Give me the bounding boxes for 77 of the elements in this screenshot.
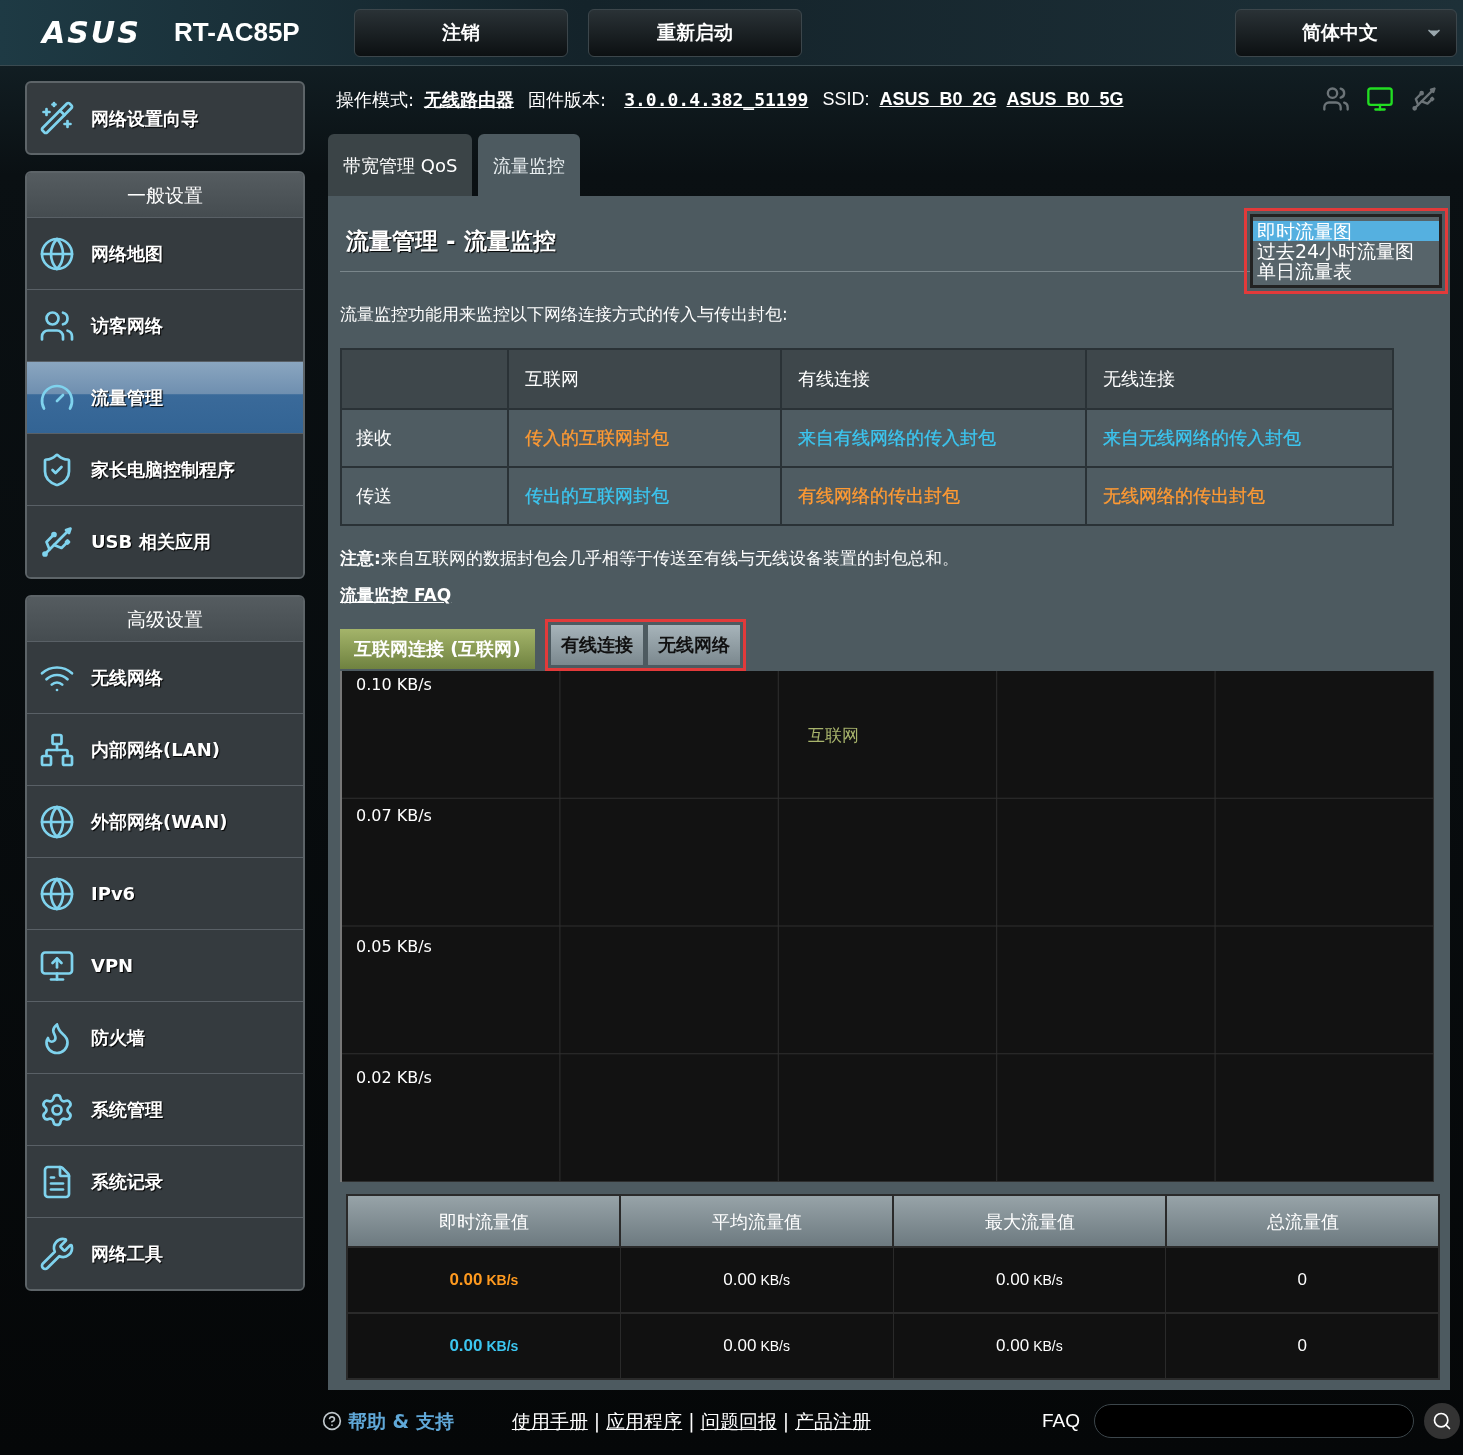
globe-icon xyxy=(39,803,75,840)
graph-tab[interactable]: 无线网络 xyxy=(647,624,740,665)
axis-label: 0.05 KB/s xyxy=(356,936,432,958)
search-button[interactable] xyxy=(1424,1403,1460,1439)
wrench-icon xyxy=(39,1235,75,1272)
usb-icon[interactable] xyxy=(1410,85,1438,113)
clients-icon[interactable] xyxy=(1322,85,1350,113)
sidebar-item[interactable]: 网络工具 xyxy=(27,1217,303,1289)
status-label: 操作模式: xyxy=(336,87,415,112)
graph-tab[interactable]: 有线连接 xyxy=(550,624,643,665)
row-header: 传送 xyxy=(342,467,510,524)
language-select[interactable]: 简体中文 xyxy=(1235,8,1457,57)
footer-link[interactable]: 使用手册 xyxy=(511,1406,588,1436)
section-title: 一般设置 xyxy=(27,173,303,217)
logo: ASUS xyxy=(42,14,142,52)
footer-link[interactable]: 应用程序 xyxy=(606,1406,683,1436)
wizard-button[interactable]: 网络设置向导 xyxy=(25,81,305,155)
model-name: RT-AC85P xyxy=(174,16,301,49)
help-label: 帮助 & 支持 xyxy=(348,1408,454,1434)
wand-icon xyxy=(39,100,75,136)
help-icon xyxy=(322,1411,342,1431)
packet-label: 来自有线网络的传入封包 xyxy=(798,426,997,450)
section-title: 高级设置 xyxy=(27,597,303,641)
table-cell: 0.00 KB/s xyxy=(348,1314,621,1378)
status-label: SSID: xyxy=(822,87,870,111)
table-cell-text: 0 xyxy=(1296,1269,1308,1292)
packet-label: 来自无线网络的传入封包 xyxy=(1103,426,1302,450)
network-icon xyxy=(39,731,75,768)
separator: | xyxy=(593,1408,601,1435)
tab[interactable]: 流量监控 xyxy=(478,134,581,196)
list-option[interactable]: 单日流量表 xyxy=(1253,261,1439,281)
status-label: 固件版本: xyxy=(528,87,607,112)
header-button[interactable]: 重新启动 xyxy=(588,8,802,57)
column-header: 最大流量值 xyxy=(894,1196,1167,1246)
list-option[interactable]: 过去24小时流量图 xyxy=(1253,241,1439,261)
column-header: 总流量值 xyxy=(1265,1209,1340,1234)
table-cell: 0.00 KB/s xyxy=(620,1314,894,1378)
search-icon xyxy=(1432,1411,1452,1431)
faq-label: FAQ xyxy=(1042,1408,1080,1433)
page-title: 流量管理 - 流量监控 xyxy=(346,227,556,256)
table-cell: 0.00 KB/s xyxy=(893,1314,1167,1378)
column-header: 无线连接 xyxy=(1102,367,1177,391)
globe-icon xyxy=(39,235,75,272)
description-text: 流量监控功能用来监控以下网络连接方式的传入与传出封包: xyxy=(340,303,789,326)
footer-link[interactable]: 问题回报 xyxy=(700,1406,777,1436)
globe-icon xyxy=(39,875,75,912)
faq-link[interactable]: 流量监控 FAQ xyxy=(340,583,452,609)
separator: | xyxy=(782,1408,790,1435)
status-link[interactable]: 无线路由器 xyxy=(424,85,515,113)
status-link[interactable]: ASUS_B0_2G xyxy=(879,85,997,113)
search-field[interactable] xyxy=(1094,1404,1414,1438)
separator: | xyxy=(688,1408,695,1435)
view-list[interactable]: 即时流量图 过去24小时流量图 单日流量表 xyxy=(1250,214,1442,288)
sidebar-item[interactable]: 流量管理 xyxy=(27,361,303,433)
axis-label: 0.07 KB/s xyxy=(356,804,432,827)
sidebar-item[interactable]: USB 相关应用 xyxy=(27,505,303,577)
note-text: 注意:来自互联网的数据封包会几乎相等于传送至有线与无线设备装置的封包总和。 xyxy=(340,546,960,570)
axis-label: 0.10 KB/s xyxy=(356,673,432,696)
table-cell: 0.00 KB/s xyxy=(620,1248,894,1312)
legend-label: 互联网 xyxy=(808,723,859,747)
packet-label: 无线网络的传出封包 xyxy=(1103,484,1266,508)
table-cell: 0.00 KB/s xyxy=(348,1248,621,1312)
table-cell: 0.00 KB/s xyxy=(893,1248,1167,1312)
column-header: 平均流量值 xyxy=(621,1196,894,1246)
status-link[interactable]: ASUS_B0_5G xyxy=(1006,85,1124,113)
axis-label: 0.02 KB/s xyxy=(356,1067,432,1090)
tab[interactable]: 带宽管理 QoS xyxy=(328,134,473,196)
settings-icon xyxy=(39,1091,75,1128)
packet-label: 传出的互联网封包 xyxy=(525,484,670,508)
table-cell-text: 0 xyxy=(1296,1335,1308,1358)
footer-link[interactable]: 产品注册 xyxy=(795,1406,872,1436)
header-button[interactable]: 注销 xyxy=(354,8,568,57)
network-status-icon[interactable] xyxy=(1366,85,1394,113)
packet-label: 传入的互联网封包 xyxy=(525,426,670,450)
column-header: 即时流量值 xyxy=(348,1196,621,1246)
packet-label: 有线网络的传出封包 xyxy=(798,484,961,508)
status-link[interactable]: 3.0.0.4.382_51199 xyxy=(624,85,809,113)
